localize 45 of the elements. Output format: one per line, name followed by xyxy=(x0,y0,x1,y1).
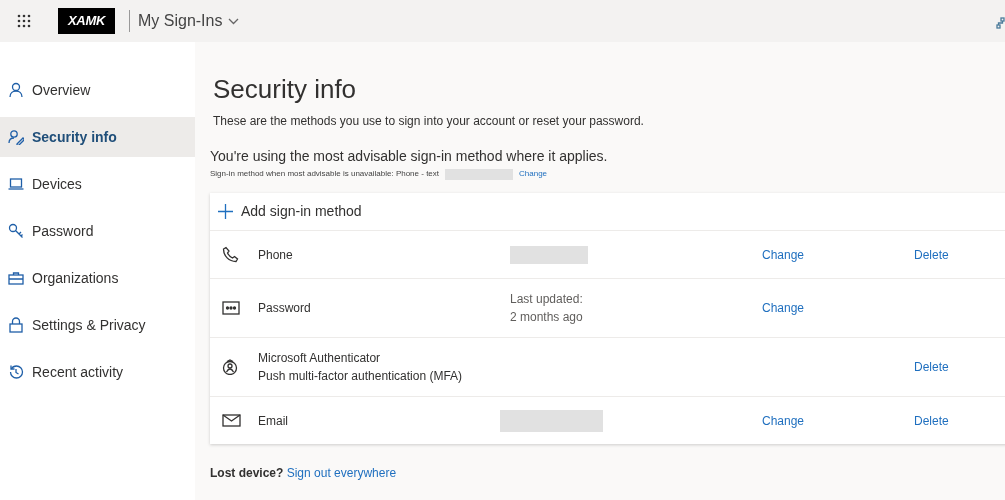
sidebar-item[interactable]: Recent activity xyxy=(0,352,195,392)
padlock-icon xyxy=(8,317,24,333)
method-description: Push multi-factor authentication (MFA) xyxy=(258,368,464,385)
sidebar-item[interactable]: Organizations xyxy=(0,258,195,298)
phone-icon xyxy=(222,246,240,263)
advisable-note: You're using the most advisable sign-in method where it applies. xyxy=(210,147,609,166)
person-pen-icon xyxy=(8,129,24,145)
method-name: Phone xyxy=(258,246,294,264)
chevron-down-icon xyxy=(228,17,240,25)
clock-arrow-icon xyxy=(8,364,24,380)
network-icon xyxy=(996,17,1005,29)
sidebar-item[interactable]: Settings & Privacy xyxy=(0,305,195,345)
app-title-menu[interactable]: My Sign-Ins xyxy=(138,9,240,33)
method-name: Password xyxy=(258,300,312,317)
change-link[interactable]: Change xyxy=(762,301,805,315)
envelope-icon xyxy=(222,414,241,427)
page-title: Security info xyxy=(213,73,358,106)
change-link[interactable]: Change xyxy=(519,168,548,180)
delete-link[interactable]: Delete xyxy=(914,360,949,374)
sidebar-item[interactable]: Security info xyxy=(0,117,195,157)
plus-icon xyxy=(218,204,233,219)
method-detail: 2 months ago xyxy=(510,309,584,326)
lost-device-note: Lost device? Sign out everywhere xyxy=(210,465,398,482)
person-icon xyxy=(8,82,24,98)
change-link[interactable]: Change xyxy=(762,413,805,428)
page-subtitle: These are the methods you use to sign into your account or reset your password. xyxy=(213,113,645,130)
waffle-icon xyxy=(17,14,31,28)
sidebar-item[interactable]: Overview xyxy=(0,70,195,110)
delete-link[interactable]: Delete xyxy=(914,247,949,262)
laptop-icon xyxy=(8,176,24,192)
change-link[interactable]: Change xyxy=(762,247,805,262)
delete-link[interactable]: Delete xyxy=(914,413,949,428)
briefcase-icon xyxy=(8,270,24,286)
password-box-icon xyxy=(222,301,240,315)
sidebar-item[interactable]: Password xyxy=(0,211,195,251)
fallback-note: Sign-in method when most advisable is unavailable: Phone - text xyxy=(210,168,440,180)
method-name: Microsoft Authenticator xyxy=(258,350,382,367)
sign-out-link[interactable]: Sign out everywhere xyxy=(286,466,397,480)
logo: XAMK xyxy=(58,8,115,34)
key-icon xyxy=(8,223,24,239)
authenticator-icon xyxy=(222,359,238,375)
method-name: Email xyxy=(258,412,289,430)
method-detail: Last updated: xyxy=(510,291,584,308)
add-method-button[interactable]: Add sign-in method xyxy=(210,193,1005,231)
sidebar-item[interactable]: Devices xyxy=(0,164,195,204)
